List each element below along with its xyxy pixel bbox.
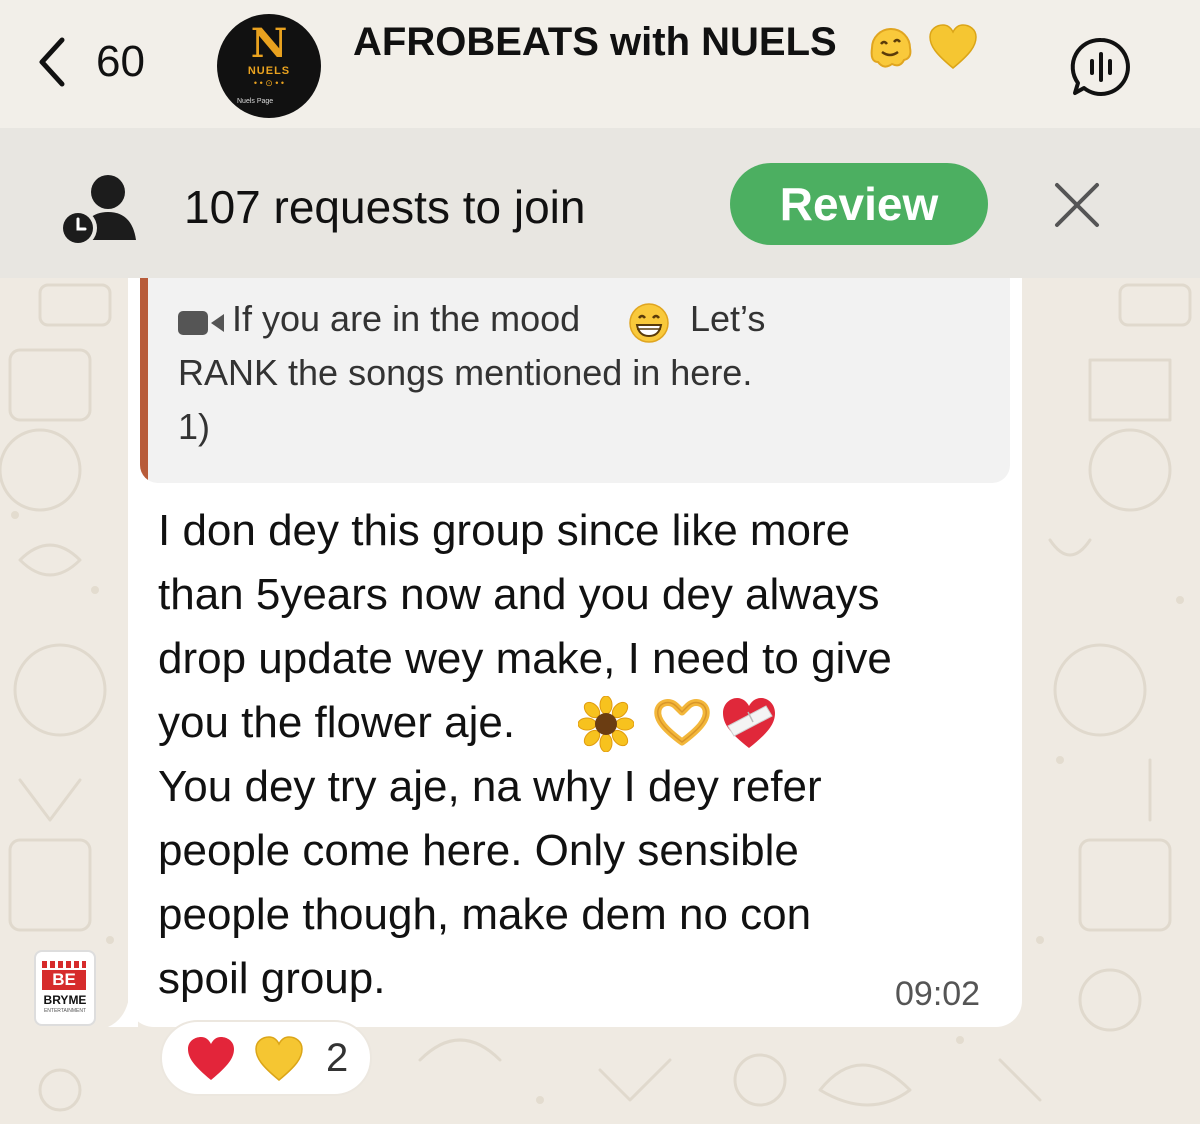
message-line-5: You dey try aje, na why I dey refer [158,762,822,811]
message-line-2: than 5years now and you dey always [158,570,880,619]
quoted-message[interactable]: If you are in the mood Let’s RANK the so… [140,278,1010,483]
group-title[interactable]: AFROBEATS with NUELS [353,20,837,65]
close-icon[interactable] [1052,180,1102,230]
heart-hands-icon [654,699,710,746]
chat-header: 60 N NUELS • • ⊙ • • Nuels Page AFROBEAT… [0,0,1200,128]
join-requests-banner [0,128,1200,278]
sender-avatar-mark: BE [42,970,86,990]
group-avatar[interactable]: N NUELS • • ⊙ • • Nuels Page [217,14,321,118]
sunflower-icon [578,696,634,752]
message-line-1: I don dey this group since like more [158,506,851,555]
sender-avatar-name: BRYME [43,993,87,1007]
avatar-dots: • • ⊙ • • [253,78,285,88]
reactions-pill[interactable]: 2 [160,1020,372,1096]
red-heart-icon [188,1037,234,1080]
review-button[interactable]: Review [730,163,988,245]
voice-chat-icon[interactable] [1070,36,1132,98]
avatar-brand: NUELS [247,65,291,77]
quoted-line-1b: Let’s [690,298,766,339]
quoted-line-2: RANK the songs mentioned in here. [178,352,753,393]
message-line-7: people though, make dem no con [158,890,812,939]
pending-members-icon [59,175,136,247]
avatar-stripes [42,961,86,968]
unread-count: 60 [96,37,145,86]
message-line-4: you the flower aje. [158,698,516,747]
video-icon [178,311,224,335]
message-line-3: drop update wey make, I need to give [158,634,892,683]
grinning-face-icon [629,303,669,343]
message-line-8: spoil group. [158,954,386,1003]
message-line-6: people come here. Only sensible [158,826,799,875]
mending-heart-icon [723,698,775,748]
join-requests-text: 107 requests to join [184,181,586,233]
yellow-heart-icon [929,24,977,69]
avatar-footer: Nuels Page [237,98,274,105]
chevron-left-icon [39,37,65,87]
quote-accent-bar [140,278,148,483]
melting-face-icon [870,28,912,68]
quoted-line-1a: If you are in the mood [232,298,581,339]
back-button[interactable]: 60 [30,32,145,92]
reaction-count: 2 [326,1036,349,1080]
avatar-letter: N [250,20,288,67]
sender-avatar[interactable]: BE BRYME ENTERTAINMENT [34,950,96,1026]
sender-avatar-sub: ENTERTAINMENT [43,1008,87,1014]
yellow-heart-icon [255,1036,303,1081]
message-timestamp: 09:02 [895,975,981,1013]
quoted-line-3: 1) [178,406,211,447]
